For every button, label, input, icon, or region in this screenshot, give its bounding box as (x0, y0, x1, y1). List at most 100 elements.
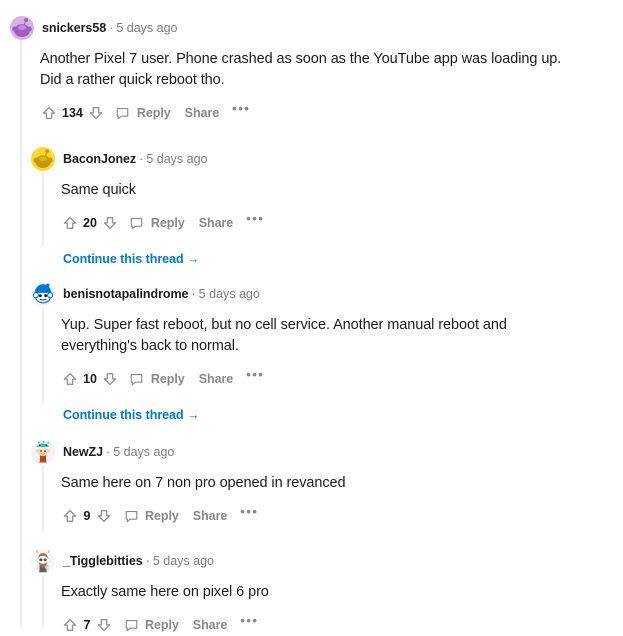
comment-body: Same quick (0, 171, 623, 201)
comment-bubble-icon (125, 510, 137, 522)
more-options-button[interactable]: ••• (240, 505, 258, 518)
meta-separator: · (106, 445, 111, 459)
meta-separator: · (109, 21, 114, 35)
downvote-arrow-icon (97, 619, 111, 632)
share-button[interactable]: Share (193, 509, 228, 523)
comment-thread: snickers58 · 5 days ago Another Pixel 7 us… (0, 0, 623, 632)
comment-timestamp: 5 days ago (152, 554, 214, 568)
snoo-blue-icon (31, 282, 55, 306)
meta-separator: · (139, 152, 144, 166)
reply-label[interactable]: Reply (137, 106, 171, 120)
comment-actions: 134 Reply Share ••• (0, 91, 623, 124)
comment-author[interactable]: NewZJ (63, 445, 103, 459)
continue-thread-link[interactable]: Continue this thread → (0, 234, 623, 266)
downvote-button[interactable] (94, 506, 114, 526)
reply-button[interactable] (112, 103, 134, 123)
upvote-button[interactable] (39, 103, 59, 123)
reply-label[interactable]: Reply (151, 372, 185, 386)
upvote-arrow-icon (63, 372, 77, 385)
comment-body: Yup. Super fast reboot, but no cell serv… (0, 306, 623, 357)
avatar[interactable] (31, 549, 55, 573)
upvote-arrow-icon (63, 509, 77, 522)
comment-timestamp: 5 days ago (146, 152, 208, 166)
comment-BaconJonez: BaconJonez · 5 days ago Same quick 20 Re… (0, 147, 623, 266)
share-button[interactable]: Share (193, 618, 228, 632)
comment-benisnotapalindrome: benisnotapalindrome · 5 days ago Yup. Supe… (0, 282, 623, 422)
downvote-button[interactable] (100, 369, 120, 389)
comment-actions: 9 Reply Share ••• (0, 494, 623, 527)
reply-button[interactable] (126, 213, 148, 233)
comment-author[interactable]: snickers58 (42, 21, 106, 35)
downvote-arrow-icon (103, 217, 117, 230)
vote-score: 10 (83, 372, 97, 386)
comment-meta: NewZJ · 5 days ago (63, 444, 174, 460)
downvote-button[interactable] (94, 615, 114, 635)
share-button[interactable]: Share (199, 372, 234, 386)
comment-body-line: Exactly same here on pixel 6 pro (61, 584, 269, 600)
reply-button[interactable] (120, 615, 142, 635)
reply-button[interactable] (120, 506, 142, 526)
comment-body-line: Same quick (61, 182, 136, 198)
comment-NewZJ: NewZJ · 5 days ago Same here on 7 non pro … (0, 440, 623, 527)
more-options-button[interactable]: ••• (246, 212, 264, 225)
upvote-arrow-icon (63, 216, 77, 229)
reply-label[interactable]: Reply (145, 509, 179, 523)
vote-score: 9 (83, 509, 91, 523)
comment-header: benisnotapalindrome · 5 days ago (0, 282, 623, 306)
comment-_Tigglebitties: _Tigglebitties · 5 days ago Exactly same h… (0, 549, 623, 636)
comment-body-line: everything's back to normal. (61, 338, 239, 354)
comment-body: Another Pixel 7 user. Phone crashed as s… (0, 40, 623, 91)
more-options-button[interactable]: ••• (232, 102, 250, 115)
snoo-gold-icon (31, 147, 55, 171)
comment-actions: 10 Reply Share ••• (0, 357, 623, 390)
vote-score: 7 (83, 618, 91, 632)
comment-header: snickers58 · 5 days ago (0, 16, 623, 40)
downvote-button[interactable] (86, 103, 106, 123)
comment-body-line: Same here on 7 non pro opened in revance… (61, 475, 346, 491)
avatar[interactable] (31, 440, 55, 464)
upvote-arrow-icon (42, 106, 56, 119)
snoo-beard-icon (31, 549, 55, 573)
upvote-button[interactable] (60, 213, 80, 233)
comment-header: NewZJ · 5 days ago (0, 440, 623, 464)
comment-body: Exactly same here on pixel 6 pro (0, 573, 623, 603)
downvote-arrow-icon (89, 107, 103, 120)
upvote-button[interactable] (60, 506, 80, 526)
avatar[interactable] (10, 16, 34, 40)
comment-timestamp: 5 days ago (113, 445, 175, 459)
comment-timestamp: 5 days ago (198, 287, 260, 301)
meta-separator: · (191, 287, 196, 301)
comment-bubble-icon (131, 373, 143, 385)
comment-bubble-icon (117, 107, 129, 119)
share-button[interactable]: Share (199, 216, 234, 230)
snoo-dragonhat-icon (31, 440, 55, 464)
share-button[interactable]: Share (185, 106, 220, 120)
upvote-button[interactable] (60, 369, 80, 389)
reply-label[interactable]: Reply (151, 216, 185, 230)
vote-score: 20 (83, 216, 97, 230)
vote-score: 134 (62, 106, 83, 120)
comment-header: _Tigglebitties · 5 days ago (0, 549, 623, 573)
downvote-arrow-icon (103, 373, 117, 386)
comment-meta: BaconJonez · 5 days ago (63, 151, 207, 167)
comment-body-line: Another Pixel 7 user. Phone crashed as s… (40, 51, 562, 67)
snoo-purple-icon (10, 16, 34, 40)
downvote-button[interactable] (100, 213, 120, 233)
reply-button[interactable] (126, 369, 148, 389)
more-options-button[interactable]: ••• (240, 614, 258, 627)
reply-label[interactable]: Reply (145, 618, 179, 632)
comment-body-line: Yup. Super fast reboot, but no cell serv… (61, 317, 507, 333)
comment-meta: snickers58 · 5 days ago (42, 20, 177, 36)
continue-thread-link[interactable]: Continue this thread → (0, 390, 623, 422)
comment-author[interactable]: BaconJonez (63, 152, 136, 166)
more-options-button[interactable]: ••• (246, 368, 264, 381)
comment-body-line: Did a rather quick reboot tho. (40, 72, 225, 88)
comment-author[interactable]: _Tigglebitties (63, 554, 143, 568)
comment-meta: benisnotapalindrome · 5 days ago (63, 286, 260, 302)
comment-author[interactable]: benisnotapalindrome (63, 287, 189, 301)
avatar[interactable] (31, 147, 55, 171)
upvote-button[interactable] (60, 615, 80, 635)
comment-actions: 7 Reply Share ••• (0, 603, 623, 636)
downvote-arrow-icon (97, 510, 111, 523)
avatar[interactable] (31, 282, 55, 306)
